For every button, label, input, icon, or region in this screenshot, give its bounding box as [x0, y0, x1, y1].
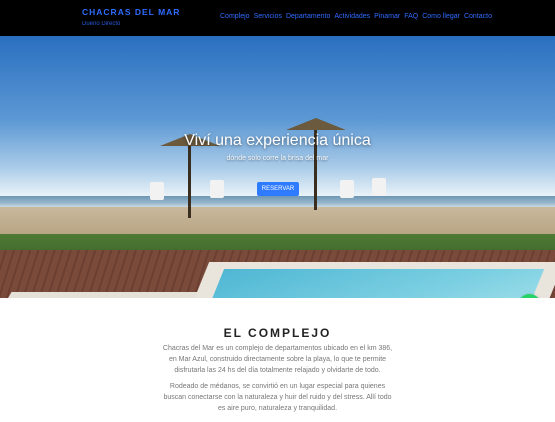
- main-nav: Complejo Servicios Departamento Activida…: [220, 13, 492, 20]
- nav-servicios[interactable]: Servicios: [254, 13, 282, 20]
- complejo-paragraph-1: Chacras del Mar es un complejo de depart…: [162, 345, 393, 374]
- beach-chair: [340, 180, 354, 198]
- nav-actividades[interactable]: Actividades: [334, 13, 370, 20]
- nav-pinamar[interactable]: Pinamar: [374, 13, 400, 20]
- hero-subtitle: dónde solo corre la brisa del mar: [226, 155, 329, 162]
- beach-chair: [372, 178, 386, 196]
- complejo-paragraph-2: Rodeado de médanos, se convirtió en un l…: [163, 383, 392, 412]
- nav-como-llegar[interactable]: Como llegar: [422, 13, 460, 20]
- reservar-button[interactable]: RESERVAR: [257, 182, 299, 196]
- nav-departamento[interactable]: Departamento: [286, 13, 330, 20]
- beach-chair: [150, 182, 164, 200]
- hero-banner: Viví una experiencia única dónde solo co…: [0, 36, 555, 298]
- brand-subtitle: Dueño Directo: [82, 21, 121, 27]
- section-title-complejo: EL COMPLEJO: [223, 326, 332, 340]
- brand-title[interactable]: CHACRAS DEL MAR: [82, 7, 180, 17]
- beach-chair: [210, 180, 224, 198]
- hero-pool: [201, 269, 545, 298]
- hero-title: Viví una experiencia única: [184, 132, 371, 149]
- nav-complejo[interactable]: Complejo: [220, 13, 250, 20]
- hero-beach: [0, 207, 555, 237]
- nav-contacto[interactable]: Contacto: [464, 13, 492, 20]
- navbar: CHACRAS DEL MAR Dueño Directo Complejo S…: [0, 0, 555, 36]
- nav-faq[interactable]: FAQ: [404, 13, 418, 20]
- brand[interactable]: CHACRAS DEL MAR Dueño Directo: [82, 7, 180, 27]
